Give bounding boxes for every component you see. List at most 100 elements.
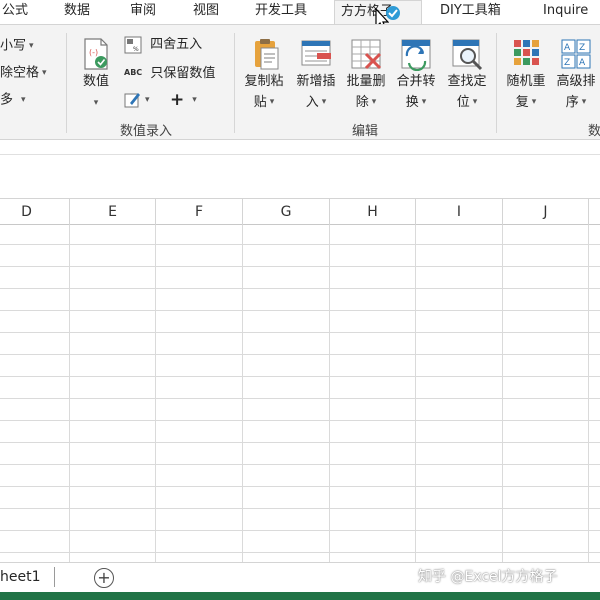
plus-icon: + (170, 90, 185, 110)
find-locate-label-2: 位 ▾ (443, 92, 491, 113)
tab-diy[interactable]: DIY工具箱 (440, 0, 501, 24)
random-repeat-label-1: 随机重 (506, 74, 546, 89)
sheet-tab-sheet1[interactable]: heet1 (0, 563, 52, 591)
column-header-g[interactable]: G (243, 199, 330, 225)
column-header-j[interactable]: J (503, 199, 589, 225)
grid-column-line (329, 225, 330, 562)
chevron-down-icon: ▾ (29, 41, 34, 51)
advanced-sort-label-1: 高级排 (556, 74, 596, 89)
chevron-down-icon: ▾ (421, 97, 427, 107)
find-locate-button[interactable]: 查找定 位 ▾ (443, 37, 491, 113)
value-doc-icon: (-) (84, 38, 108, 70)
add-insert-label-2: 入 ▾ (292, 92, 340, 113)
copy-paste-label-1: 复制粘 (244, 74, 284, 89)
grid-row-line (0, 486, 600, 487)
tab-developer[interactable]: 开发工具 (255, 0, 307, 24)
ribbon-tab-bar: 公式 数据 审阅 视图 开发工具 方方格子 DIY工具箱 Inquire (0, 0, 600, 31)
format-icon (124, 93, 140, 108)
chevron-down-icon: ▾ (531, 97, 537, 107)
grid-row-line (0, 332, 600, 333)
merge-convert-icon (401, 39, 431, 71)
chevron-down-icon: ▾ (269, 97, 275, 107)
column-header-e[interactable]: E (70, 199, 156, 225)
keep-value-label: 只保留数值 (150, 65, 216, 81)
grid-row-line (0, 420, 600, 421)
more-label: 多 (0, 92, 14, 108)
find-locate-label-1: 查找定 (447, 74, 487, 89)
chevron-down-icon: ▾ (192, 95, 197, 105)
edit-group-label: 编辑 (352, 124, 379, 139)
add-button[interactable]: + ▾ (170, 89, 197, 111)
group-separator (234, 33, 235, 133)
grid-column-line (502, 225, 503, 562)
grid-row-line (0, 530, 600, 531)
advanced-sort-button[interactable]: A Z Z A 高级排 序 ▾ (552, 37, 600, 113)
grid-row-line (0, 244, 600, 245)
merge-convert-label-2: 换 ▾ (392, 92, 440, 113)
formula-bar-divider (0, 154, 600, 155)
trim-spaces-button[interactable]: 除空格 ▾ (0, 62, 47, 84)
column-header-h[interactable]: H (330, 199, 416, 225)
svg-text:Z: Z (579, 43, 585, 53)
grid-row-line (0, 398, 600, 399)
grid-row-line (0, 310, 600, 311)
cell-grid[interactable] (0, 225, 600, 562)
chevron-down-icon: ▾ (21, 95, 26, 105)
group-separator (496, 33, 497, 133)
column-header-d[interactable]: D (0, 199, 70, 225)
add-sheet-icon: + (97, 568, 111, 587)
sheet-tab-bar: heet1 + 知乎 @Excel方方格子 (0, 562, 600, 592)
advanced-sort-label-2: 序 ▾ (552, 92, 600, 113)
column-header-row: D E F G H I J (0, 198, 600, 225)
copy-paste-icon (255, 39, 279, 70)
tab-review[interactable]: 审阅 (130, 0, 156, 24)
watermark: 知乎 @Excel方方格子 (418, 569, 558, 585)
value-button[interactable]: (-) 数值 ▾ (76, 37, 116, 111)
svg-text:A: A (564, 43, 571, 53)
tab-inquire[interactable]: Inquire (543, 0, 588, 24)
merge-convert-button[interactable]: 合并转 换 ▾ (392, 37, 440, 113)
svg-text:A: A (579, 58, 586, 68)
grid-row-line (0, 266, 600, 267)
more-button[interactable]: 多 ▾ (0, 89, 26, 111)
format-button[interactable]: ▾ (124, 89, 150, 111)
ribbon: 小写▾ 除空格▾ 多▾ (-) 数值 ▾ % 四舍五入 ABC 只保留数值 (0, 24, 600, 140)
chevron-down-icon: ▾ (472, 97, 478, 107)
grid-column-line (415, 225, 416, 562)
tab-data[interactable]: 数据 (64, 0, 90, 24)
tab-view[interactable]: 视图 (193, 0, 219, 24)
value-label: 数值 (82, 74, 109, 89)
grid-row-line (0, 442, 600, 443)
add-sheet-button[interactable]: + (94, 568, 114, 588)
copy-paste-button[interactable]: 复制粘 贴 ▾ (240, 37, 288, 113)
tab-formulas[interactable]: 公式 (2, 0, 28, 24)
svg-text:%: % (133, 46, 139, 53)
add-insert-label-1: 新增插 (296, 74, 336, 89)
round-label: 四舍五入 (150, 37, 203, 52)
grid-row-line (0, 354, 600, 355)
column-header-f[interactable]: F (156, 199, 243, 225)
sort-icon: A Z Z A (561, 39, 591, 69)
batch-delete-button[interactable]: 批量删 除 ▾ (342, 37, 390, 113)
grid-column-line (242, 225, 243, 562)
trim-spaces-label: 除空格 (0, 65, 40, 81)
chevron-down-icon: ▾ (321, 97, 327, 107)
random-repeat-button[interactable]: 随机重 复 ▾ (502, 37, 550, 113)
svg-text:(-): (-) (89, 48, 98, 57)
round-button[interactable]: % 四舍五入 (124, 34, 202, 56)
add-insert-button[interactable]: 新增插 入 ▾ (292, 37, 340, 113)
data-group-label: 数 (588, 124, 600, 139)
case-label: 小写 (0, 38, 27, 54)
insert-icon (301, 40, 331, 66)
abc-badge: ABC (124, 68, 143, 77)
keep-value-button[interactable]: ABC 只保留数值 (124, 62, 215, 84)
grid-column-line (69, 225, 70, 562)
batch-delete-label-2: 除 ▾ (342, 92, 390, 113)
svg-text:Z: Z (564, 58, 570, 68)
column-header-i[interactable]: I (416, 199, 503, 225)
find-icon (452, 39, 483, 71)
case-button[interactable]: 小写 ▾ (0, 35, 34, 57)
numeric-group-label: 数值录入 (120, 124, 173, 139)
chevron-down-icon: ▾ (42, 68, 47, 78)
status-bar (0, 592, 600, 600)
